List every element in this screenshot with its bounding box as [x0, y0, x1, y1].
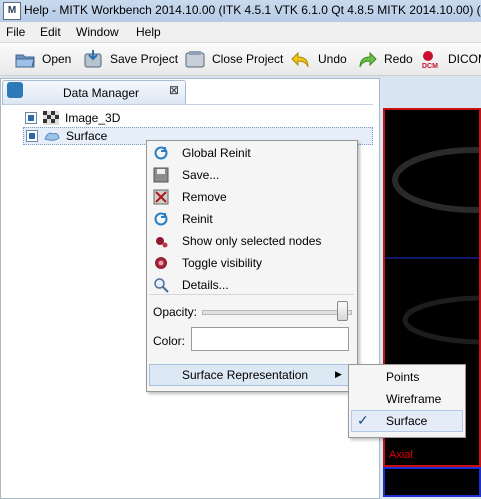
menu-edit[interactable]: Edit: [40, 25, 61, 39]
save-project-button[interactable]: Save Project: [82, 47, 178, 71]
redo-icon: [356, 48, 378, 70]
surface-representation-submenu: Points Wireframe ✓ Surface: [348, 364, 466, 438]
submenu-surface-label: Surface: [386, 414, 428, 428]
save-project-label: Save Project: [110, 52, 179, 66]
window-title: Help - MITK Workbench 2014.10.00 (ITK 4.…: [24, 3, 481, 17]
redo-label: Redo: [384, 52, 413, 66]
menu-bar: File Edit Window Help: [0, 22, 481, 43]
menu-window[interactable]: Window: [76, 25, 119, 39]
color-picker-button[interactable]: [191, 327, 349, 351]
data-manager-icon: [7, 82, 23, 98]
check-icon: ✓: [357, 412, 369, 428]
dicom-icon: DCM: [420, 48, 442, 70]
open-label: Open: [42, 52, 72, 66]
visibility-checkbox[interactable]: [25, 112, 37, 124]
node-label: Image_3D: [65, 111, 121, 125]
close-project-icon: [184, 48, 206, 70]
data-manager-title: Data Manager: [63, 86, 140, 100]
undo-button[interactable]: Undo: [290, 47, 347, 71]
node-label: Surface: [66, 129, 108, 143]
submenu-item-wireframe[interactable]: Wireframe: [349, 388, 465, 410]
show-selected-icon: [153, 233, 169, 249]
undo-label: Undo: [318, 52, 347, 66]
image-icon: [43, 111, 59, 125]
menu-help[interactable]: Help: [136, 25, 161, 39]
menu-item-show-selected[interactable]: Show only selected nodes: [147, 230, 357, 252]
context-menu: Global Reinit Save... Remove Reinit Show…: [146, 140, 358, 392]
close-project-label: Close Project: [212, 52, 284, 66]
surface-representation-label: Surface Representation: [182, 368, 309, 382]
axial-label: Axial: [389, 449, 413, 461]
menu-item-reinit[interactable]: Reinit: [147, 208, 357, 230]
dicom-button[interactable]: DCM DICOM: [420, 47, 481, 71]
menu-file[interactable]: File: [6, 25, 25, 39]
close-project-button[interactable]: Close Project: [184, 47, 283, 71]
close-icon[interactable]: ⊠: [169, 84, 179, 96]
surface-icon: [44, 129, 60, 143]
submenu-item-points[interactable]: Points: [349, 366, 465, 388]
opacity-label: Opacity:: [153, 305, 198, 319]
visibility-checkbox[interactable]: [26, 130, 38, 142]
details-icon: [153, 277, 169, 293]
redo-button[interactable]: Redo: [356, 47, 413, 71]
undo-icon: [290, 48, 312, 70]
remove-icon: [153, 189, 169, 205]
reinit-icon: [153, 145, 169, 161]
color-label: Color:: [153, 334, 186, 348]
render-window-secondary[interactable]: [383, 467, 481, 497]
open-button[interactable]: Open: [14, 47, 71, 71]
menu-separator: [149, 294, 354, 295]
svg-text:DCM: DCM: [422, 63, 438, 70]
menu-item-remove[interactable]: Remove: [147, 186, 357, 208]
visibility-icon: [153, 255, 169, 271]
save-project-icon: [82, 48, 104, 70]
opacity-slider-handle[interactable]: [337, 301, 348, 321]
app-icon: M: [3, 2, 21, 20]
menu-item-save[interactable]: Save...: [147, 164, 357, 186]
save-icon: [153, 167, 169, 183]
folder-icon: [14, 48, 36, 70]
submenu-arrow-icon: ▶: [335, 369, 342, 379]
menu-item-toggle-visibility[interactable]: Toggle visibility: [147, 252, 357, 274]
toolbar: Open Save Project Close Project Undo Red…: [0, 43, 481, 76]
dicom-label: DICOM: [448, 52, 481, 66]
reinit-icon: [153, 211, 169, 227]
tree-node-image[interactable]: Image_3D: [25, 109, 120, 127]
menu-item-global-reinit[interactable]: Global Reinit: [147, 142, 357, 164]
menu-item-details[interactable]: Details...: [147, 274, 357, 296]
opacity-slider[interactable]: [202, 310, 352, 315]
